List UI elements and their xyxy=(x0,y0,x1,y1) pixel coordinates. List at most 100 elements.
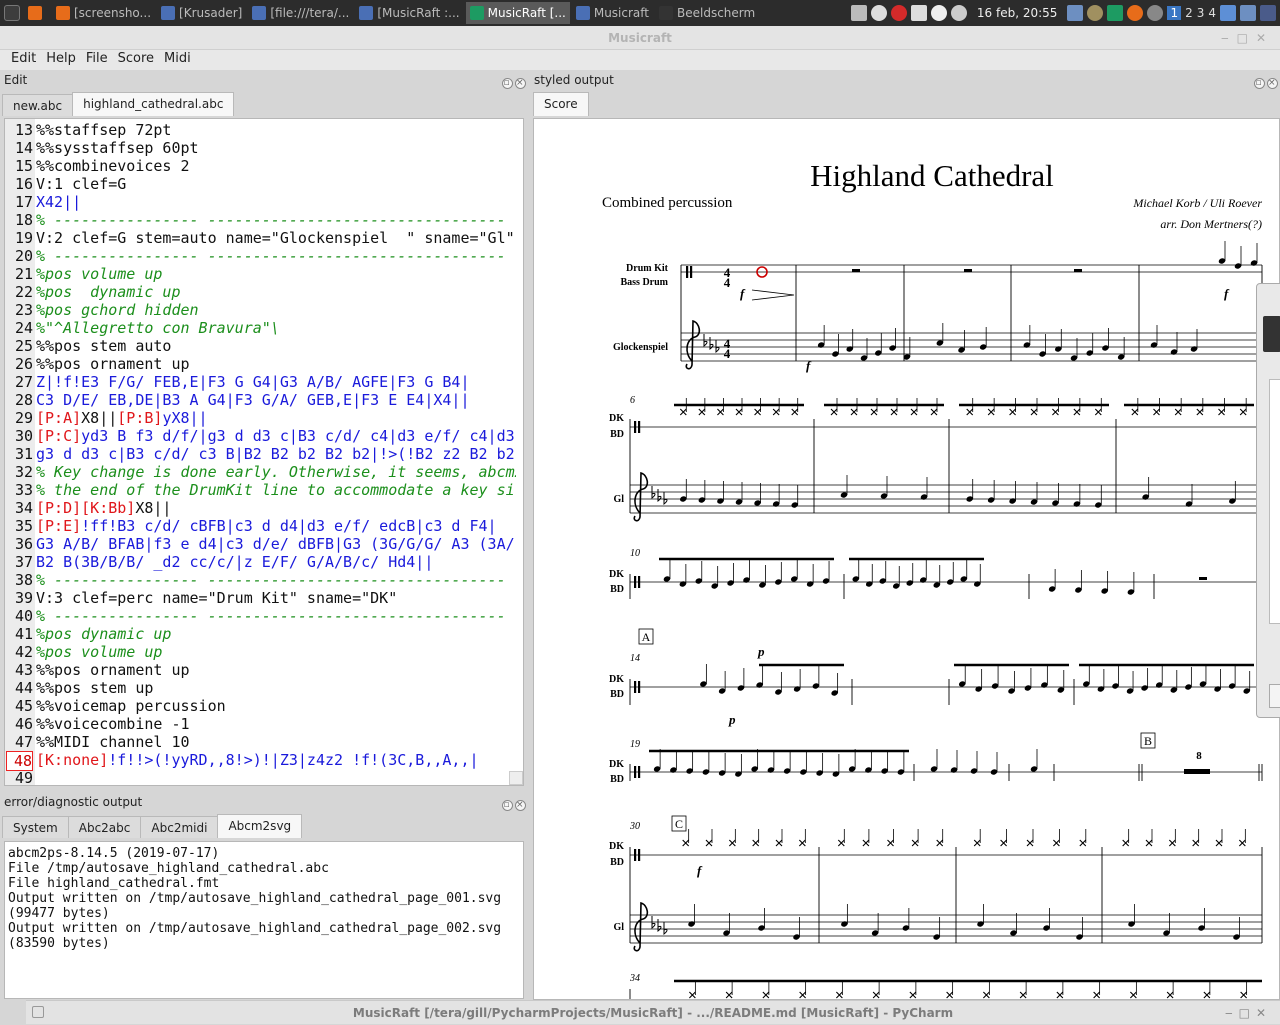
maximize-icon[interactable]: □ xyxy=(1237,31,1256,45)
code-line[interactable]: 15 %%combinevoices 2 xyxy=(5,157,523,175)
minimize-icon[interactable]: ‒ xyxy=(1225,1006,1239,1020)
tab-abc2abc[interactable]: Abc2abc xyxy=(67,816,142,838)
abc-editor[interactable]: 13 %%staffsep 72pt 14 %%sysstaffsep 60pt 15%… xyxy=(4,118,524,786)
task-app-icon xyxy=(28,6,42,20)
maximize-icon[interactable]: □ xyxy=(1239,1006,1256,1020)
code-line[interactable]: 39 V:3 clef=perc name="Drum Kit" sname="D… xyxy=(5,589,523,607)
network-icon[interactable] xyxy=(910,5,927,21)
code-line[interactable]: 33% the end of the DrumKit line to accom… xyxy=(5,481,523,499)
menu-file[interactable]: File xyxy=(81,50,113,70)
pycharm-icon[interactable] xyxy=(1107,5,1124,21)
code-line[interactable]: 17 X42|| xyxy=(5,193,523,211)
code-line[interactable]: 32% Key change is done early. Otherwise,… xyxy=(5,463,523,481)
close-icon[interactable]: ✕ xyxy=(1256,31,1274,45)
window-menu-icon[interactable] xyxy=(32,1006,44,1018)
code-line[interactable]: 29 [P:A]X8||[P:B]yX8|| xyxy=(5,409,523,427)
code-line[interactable]: 25 %%pos stem auto xyxy=(5,337,523,355)
printer-icon[interactable] xyxy=(850,5,867,21)
code-line[interactable]: 47 %%MIDI channel 10 xyxy=(5,733,523,751)
menu-midi[interactable]: Midi xyxy=(159,50,196,70)
menu-help[interactable]: Help xyxy=(41,50,81,70)
taskbar-task[interactable] xyxy=(24,2,50,24)
mail-icon[interactable] xyxy=(890,5,907,21)
code-line[interactable]: 16 V:1 clef=G xyxy=(5,175,523,193)
firefox-icon[interactable] xyxy=(1127,5,1144,21)
code-line[interactable]: 21 %pos volume up xyxy=(5,265,523,283)
code-line[interactable]: 45 %%voicemap percussion xyxy=(5,697,523,715)
tab-system[interactable]: System xyxy=(2,816,69,838)
code-line[interactable]: 40% ---------------- -------------------… xyxy=(5,607,523,625)
workspace-1[interactable]: 1 xyxy=(1167,6,1182,20)
workspace-3[interactable]: 3 xyxy=(1197,6,1205,20)
code-line[interactable]: 22 %pos dynamic up xyxy=(5,283,523,301)
tab-new-abc[interactable]: new.abc xyxy=(2,94,74,116)
code-line[interactable]: 37 B2 B(3B/B/B/ _d2 cc/c/|z E/F/ G/A/B/c/… xyxy=(5,553,523,571)
close-icon[interactable]: × xyxy=(515,78,526,89)
code-line[interactable]: 35 [P:E]!ff!B3 c/d/ cBFB|c3 d d4|d3 e/f/ … xyxy=(5,517,523,535)
speed-icon[interactable] xyxy=(930,5,947,21)
pycharm-window-titlebar[interactable]: MusicRaft [/tera/gill/PycharmProjects/Mu… xyxy=(26,1000,1280,1024)
panel-field[interactable] xyxy=(1269,379,1280,624)
float-icon[interactable]: ▫ xyxy=(1254,78,1265,89)
taskbar-task[interactable]: Musicraft xyxy=(572,2,653,24)
code-line[interactable]: 26 %%pos ornament up xyxy=(5,355,523,373)
close-icon[interactable]: × xyxy=(1267,78,1278,89)
workspace-4[interactable]: 4 xyxy=(1208,6,1216,20)
code-line[interactable]: 28 C3 D/E/ EB,DE|B3 A G4|F3 G/A/ GEB,E|F3… xyxy=(5,391,523,409)
tab-abcm2svg[interactable]: Abcm2svg xyxy=(217,814,303,838)
code-line[interactable]: 31 g3 d d3 c|B3 c/d/ c3 B|B2 B2 b2 B2 b2|… xyxy=(5,445,523,463)
code-line[interactable]: 23 %pos gchord hidden xyxy=(5,301,523,319)
code-line[interactable]: 36 G3 A/B/ BFAB|f3 e d4|c3 d/e/ dBFB|G3 (… xyxy=(5,535,523,553)
gimp-icon[interactable] xyxy=(1087,5,1104,21)
float-icon[interactable]: ▫ xyxy=(502,800,513,811)
hide-icon[interactable] xyxy=(1147,5,1164,21)
code-line[interactable]: 48 [K:none]!f!!>(!yyRD,,8!>)!|Z3|z4z2 !f!… xyxy=(5,751,523,771)
code-line[interactable]: 43 %%pos ornament up xyxy=(5,661,523,679)
tab-highland-cathedral[interactable]: highland_cathedral.abc xyxy=(72,92,235,116)
code-line[interactable]: 13 %%staffsep 72pt xyxy=(5,121,523,139)
close-icon[interactable]: × xyxy=(515,800,526,811)
taskbar-task[interactable]: [file:///tera/... xyxy=(248,2,353,24)
code-line[interactable]: 19 V:2 clef=G stem=auto name="Glockenspie… xyxy=(5,229,523,247)
code-line[interactable]: 42 %pos volume up xyxy=(5,643,523,661)
code-text: V:1 clef=G xyxy=(36,175,516,193)
code-line[interactable]: 24 %"^Allegretto con Bravura"\ xyxy=(5,319,523,337)
screenshot-icon[interactable] xyxy=(1067,5,1084,21)
panel-button[interactable] xyxy=(1269,684,1280,708)
workspace-2[interactable]: 2 xyxy=(1185,6,1193,20)
code-line[interactable]: 38% ---------------- -------------------… xyxy=(5,571,523,589)
code-line[interactable]: 34 [P:D][K:Bb]X8|| xyxy=(5,499,523,517)
taskbar-task[interactable]: MusicRaft [... xyxy=(465,2,570,24)
code-line[interactable]: 44 %%pos stem up xyxy=(5,679,523,697)
menu-score[interactable]: Score xyxy=(113,50,159,70)
menu-edit[interactable]: Edit xyxy=(6,50,41,70)
code-line[interactable]: 27 Z|!f!E3 F/G/ FEB,E|F3 G G4|G3 A/B/ AGF… xyxy=(5,373,523,391)
code-line[interactable]: 14 %%sysstaffsep 60pt xyxy=(5,139,523,157)
minimize-icon[interactable]: ‒ xyxy=(1221,31,1237,45)
score-view[interactable]: Highland Cathedral Combined percussion M… xyxy=(533,118,1280,1000)
code-line[interactable]: 20% ---------------- -------------------… xyxy=(5,247,523,265)
diagnostic-output[interactable]: abcm2ps-8.14.5 (2019-07-17) File /tmp/au… xyxy=(4,841,524,999)
folder-icon[interactable] xyxy=(1220,5,1236,21)
taskbar-task[interactable]: [Krusader] xyxy=(157,2,246,24)
monitor-icon[interactable] xyxy=(1240,5,1256,21)
code-line[interactable]: 46 %%voicecombine -1 xyxy=(5,715,523,733)
code-token: %%voicemap percussion xyxy=(36,697,226,715)
code-line[interactable]: 49 xyxy=(5,769,523,785)
application-menu-icon[interactable] xyxy=(4,5,20,21)
taskbar-task[interactable]: Beeldscherm xyxy=(655,2,759,24)
code-line[interactable]: 41 %pos dynamic up xyxy=(5,625,523,643)
float-icon[interactable]: ▫ xyxy=(502,78,513,89)
cymbal-note xyxy=(1239,408,1247,416)
power-icon[interactable] xyxy=(950,5,967,21)
close-icon[interactable]: ✕ xyxy=(1256,1006,1272,1020)
app-grid-icon[interactable] xyxy=(1260,5,1276,21)
taskbar-task[interactable]: [screensho... xyxy=(52,2,155,24)
taskbar-task[interactable]: [MusicRaft :... xyxy=(355,2,463,24)
tab-abc2midi[interactable]: Abc2midi xyxy=(140,816,219,838)
tab-score[interactable]: Score xyxy=(533,92,589,116)
code-line[interactable]: 30 [P:C]yd3 B f3 d/f/|g3 d d3 c|B3 c/d/ c… xyxy=(5,427,523,445)
bell-icon[interactable] xyxy=(870,5,887,21)
code-line[interactable]: 18% ---------------- -------------------… xyxy=(5,211,523,229)
clock[interactable]: 16 feb, 20:55 xyxy=(977,6,1058,20)
